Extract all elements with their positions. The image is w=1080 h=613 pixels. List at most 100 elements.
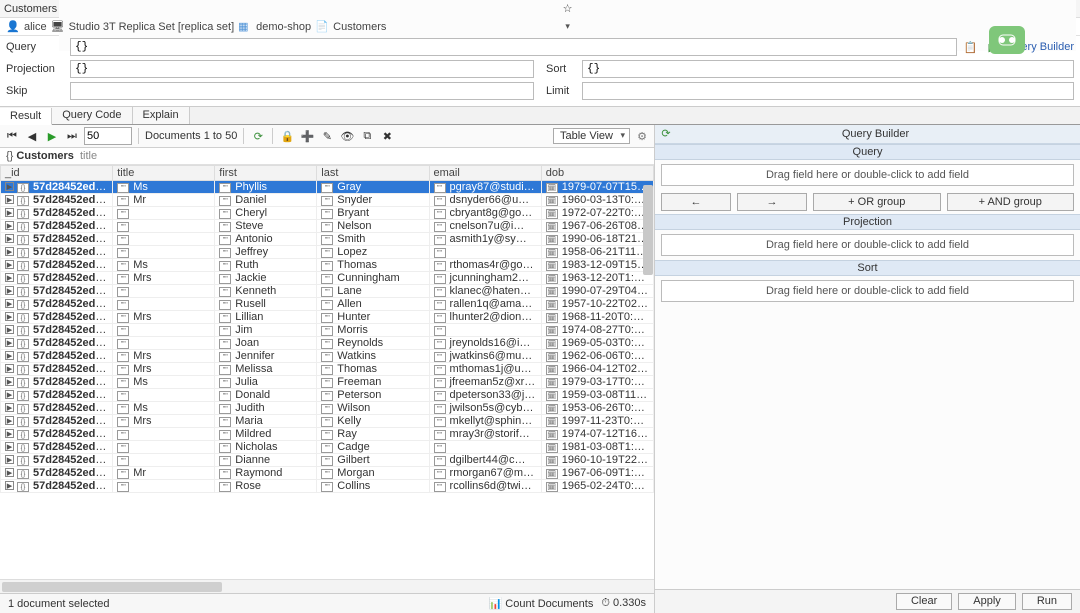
qb-sort-section-header: Sort bbox=[655, 260, 1080, 276]
path-collection: Customers bbox=[16, 150, 73, 162]
qb-move-left-button[interactable]: ← bbox=[661, 193, 731, 211]
qb-move-right-button[interactable]: → bbox=[737, 193, 807, 211]
column-header-_id[interactable]: _id bbox=[1, 166, 113, 181]
page-size-input[interactable] bbox=[84, 127, 132, 145]
table-row[interactable]: ▸{}57d28452ed5d…""Mr""Daniel""Snyder""ds… bbox=[1, 194, 654, 207]
robot-badge-icon bbox=[989, 26, 1025, 54]
delete-document-icon[interactable]: ✖ bbox=[379, 128, 395, 144]
tab-title[interactable]: Customers bbox=[4, 3, 57, 15]
column-header-email[interactable]: email bbox=[429, 166, 541, 181]
table-row[interactable]: ▸{}57d28452ed5d…""""Donald""Peterson""dp… bbox=[1, 389, 654, 402]
count-documents-link[interactable]: 📊 Count Documents bbox=[489, 597, 594, 610]
table-row[interactable]: ▸{}57d28452ed5d…""""Steve""Nelson""cnels… bbox=[1, 220, 654, 233]
prev-page-icon[interactable]: ◀ bbox=[24, 128, 40, 144]
sort-row: Sort bbox=[540, 58, 1080, 80]
qb-or-group-button[interactable]: + OR group bbox=[813, 193, 941, 211]
table-row[interactable]: ▸{}57d28452ed5d…""Mrs""Jennifer""Watkins… bbox=[1, 350, 654, 363]
database-icon: ▦ bbox=[238, 20, 252, 34]
limit-input[interactable] bbox=[582, 82, 1074, 100]
table-row[interactable]: ▸{}57d28452ed5d…""Mrs""Jackie""Cunningha… bbox=[1, 272, 654, 285]
table-row[interactable]: ▸{}57d28452ed5d…""""Antonio""Smith""asmi… bbox=[1, 233, 654, 246]
star-caret-icon[interactable]: ▾ bbox=[565, 21, 570, 32]
breadcrumb-user[interactable]: alice bbox=[24, 21, 47, 33]
edit-document-icon[interactable]: ✎ bbox=[319, 128, 335, 144]
column-header-last[interactable]: last bbox=[317, 166, 429, 181]
documents-range-label: Documents 1 to 50 bbox=[145, 130, 237, 142]
query-row: Query 📋 ▶ Query Builder bbox=[0, 36, 1080, 58]
column-header-dob[interactable]: dob bbox=[541, 166, 653, 181]
tab-explain[interactable]: Explain bbox=[133, 107, 190, 124]
tab-query-code[interactable]: Query Code bbox=[52, 107, 132, 124]
qb-button-bar: Clear Apply Run bbox=[655, 589, 1080, 613]
run-button[interactable]: Run bbox=[1022, 593, 1072, 610]
sort-input[interactable] bbox=[582, 60, 1074, 78]
add-document-icon[interactable]: ➕ bbox=[299, 128, 315, 144]
query-input[interactable] bbox=[70, 38, 957, 56]
tab-result[interactable]: Result bbox=[0, 108, 52, 125]
limit-label: Limit bbox=[546, 85, 576, 97]
breadcrumb-server[interactable]: Studio 3T Replica Set [replica set] bbox=[69, 21, 235, 33]
table-row[interactable]: ▸{}57d28452ed5d…""""Rose""Collins""rcoll… bbox=[1, 480, 654, 493]
table-row[interactable]: ▸{}57d28452ed5d…""Mrs""Maria""Kelly""mke… bbox=[1, 415, 654, 428]
column-header-title[interactable]: title bbox=[113, 166, 215, 181]
qb-and-group-button[interactable]: + AND group bbox=[947, 193, 1075, 211]
breadcrumb-collection[interactable]: Customers bbox=[333, 21, 386, 33]
projection-label: Projection bbox=[6, 63, 64, 75]
qb-refresh-icon[interactable]: ⟳ bbox=[659, 127, 673, 141]
result-tabs: Result Query Code Explain bbox=[0, 106, 1080, 125]
view-document-icon[interactable]: 👁 bbox=[339, 128, 355, 144]
table-row[interactable]: ▸{}57d28452ed5d…""Mrs""Lillian""Hunter""… bbox=[1, 311, 654, 324]
table-row[interactable]: ▸{}57d28452ed5d…""""Nicholas""Cadge""🗓19… bbox=[1, 441, 654, 454]
table-row[interactable]: ▸{}57d28452ed5d…""""Mildred""Ray""mray3r… bbox=[1, 428, 654, 441]
user-icon: 👤 bbox=[6, 20, 20, 34]
qb-projection-dropzone[interactable]: Drag field here or double-click to add f… bbox=[661, 234, 1074, 256]
first-page-icon[interactable]: ⏮ bbox=[4, 128, 20, 144]
query-label: Query bbox=[6, 41, 64, 53]
skip-row: Skip bbox=[0, 80, 540, 102]
projection-row: Projection bbox=[0, 58, 540, 80]
play-icon[interactable]: ▶ bbox=[44, 128, 60, 144]
document-path: {} Customers title bbox=[0, 148, 654, 165]
refresh-icon[interactable]: ⟳ bbox=[250, 128, 266, 144]
paste-query-icon[interactable]: 📋 bbox=[963, 39, 979, 55]
table-row[interactable]: ▸{}57d28452ed5d…""Ms""Julia""Freeman""jf… bbox=[1, 376, 654, 389]
projection-input[interactable] bbox=[70, 60, 534, 78]
table-row[interactable]: ▸{}57d28452ed5d…""Ms""Phyllis""Gray""pgr… bbox=[1, 181, 654, 194]
star-icon[interactable]: ☆ bbox=[563, 2, 573, 15]
table-row[interactable]: ▸{}57d28452ed5d…""""Jeffrey""Lopez""🗓195… bbox=[1, 246, 654, 259]
lock-icon[interactable]: 🔒 bbox=[279, 128, 295, 144]
tab-bar: Customers ⟳ ▾ ☆ ▾ ⇲ bbox=[0, 0, 1080, 18]
query-time: ⏱ 0.330s bbox=[601, 597, 646, 610]
view-mode-select[interactable]: Table View bbox=[553, 128, 630, 144]
qb-sort-dropzone[interactable]: Drag field here or double-click to add f… bbox=[661, 280, 1074, 302]
path-field: title bbox=[80, 150, 97, 162]
result-grid[interactable]: _idtitlefirstlastemaildob ▸{}57d28452ed5… bbox=[0, 165, 654, 579]
table-row[interactable]: ▸{}57d28452ed5d…""Mr""Raymond""Morgan""r… bbox=[1, 467, 654, 480]
last-page-icon[interactable]: ⏭ bbox=[64, 128, 80, 144]
table-row[interactable]: ▸{}57d28452ed5d…""""Rusell""Allen""ralle… bbox=[1, 298, 654, 311]
copy-document-icon[interactable]: ⧉ bbox=[359, 128, 375, 144]
column-header-first[interactable]: first bbox=[215, 166, 317, 181]
table-row[interactable]: ▸{}57d28452ed5d…""""Dianne""Gilbert""dgi… bbox=[1, 454, 654, 467]
clear-button[interactable]: Clear bbox=[896, 593, 952, 610]
table-row[interactable]: ▸{}57d28452ed5d…""Mrs""Melissa""Thomas""… bbox=[1, 363, 654, 376]
qb-query-section-header: Query bbox=[655, 144, 1080, 160]
table-row[interactable]: ▸{}57d28452ed5d…""Ms""Judith""Wilson""jw… bbox=[1, 402, 654, 415]
skip-input[interactable] bbox=[70, 82, 534, 100]
table-row[interactable]: ▸{}57d28452ed5d…""""Jim""Morris""🗓1974-0… bbox=[1, 324, 654, 337]
apply-button[interactable]: Apply bbox=[958, 593, 1016, 610]
horizontal-scrollbar[interactable] bbox=[0, 579, 654, 593]
vertical-scrollbar[interactable] bbox=[643, 185, 653, 275]
table-row[interactable]: ▸{}57d28452ed5d…""Ms""Ruth""Thomas""rtho… bbox=[1, 259, 654, 272]
table-row[interactable]: ▸{}57d28452ed5d…""""Kenneth""Lane""klane… bbox=[1, 285, 654, 298]
sort-label: Sort bbox=[546, 63, 576, 75]
status-bar: 1 document selected 📊 Count Documents ⏱ … bbox=[0, 593, 654, 613]
gear-icon[interactable]: ⚙ bbox=[634, 128, 650, 144]
table-row[interactable]: ▸{}57d28452ed5d…""""Joan""Reynolds""jrey… bbox=[1, 337, 654, 350]
collection-icon: 📄 bbox=[315, 20, 329, 34]
server-icon: 🖥 bbox=[51, 20, 65, 34]
table-row[interactable]: ▸{}57d28452ed5d…""""Cheryl""Bryant""cbry… bbox=[1, 207, 654, 220]
result-toolbar: ⏮ ◀ ▶ ⏭ Documents 1 to 50 ⟳ 🔒 ➕ ✎ 👁 ⧉ ✖ … bbox=[0, 125, 654, 148]
qb-query-dropzone[interactable]: Drag field here or double-click to add f… bbox=[661, 164, 1074, 186]
breadcrumb-db[interactable]: demo-shop bbox=[256, 21, 311, 33]
